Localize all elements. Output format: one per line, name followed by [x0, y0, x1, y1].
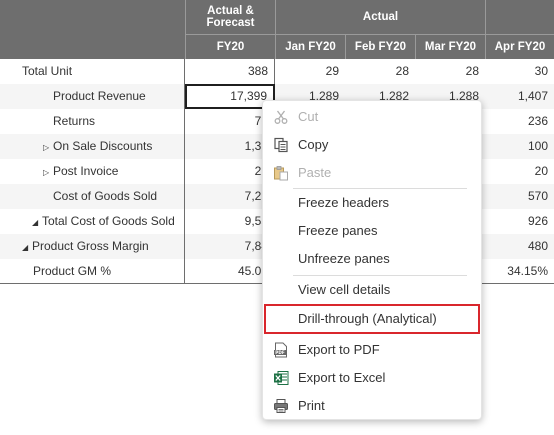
row-label[interactable]: Product Revenue — [0, 84, 185, 109]
row-label[interactable]: Returns — [0, 109, 185, 134]
col-header-mar-fy20[interactable]: Mar FY20 — [415, 34, 485, 59]
scissors-icon — [274, 110, 288, 124]
collapse-triangle-icon[interactable]: ◢ — [32, 210, 42, 234]
header-corner — [0, 0, 185, 59]
value-cell[interactable]: 570 — [485, 184, 554, 209]
header-group-actual[interactable]: Actual — [275, 0, 485, 34]
row-label[interactable]: Total Unit — [0, 59, 185, 84]
pdf-icon: PDF — [274, 342, 287, 358]
drill-through-highlight-box — [264, 304, 480, 334]
value-cell[interactable]: 100 — [485, 134, 554, 159]
paste-icon — [274, 166, 288, 181]
menu-item-export-excel[interactable]: Export to Excel — [263, 364, 481, 392]
excel-icon — [274, 371, 289, 385]
collapse-triangle-icon[interactable]: ◢ — [22, 235, 32, 259]
context-menu: Cut Copy Paste Freeze headers Freeze pan… — [262, 100, 482, 420]
value-cell[interactable]: 1,407 — [485, 84, 554, 109]
row-label[interactable]: ▷ On Sale Discounts — [0, 134, 185, 159]
col-header-feb-fy20[interactable]: Feb FY20 — [345, 34, 415, 59]
row-label[interactable]: ◢ Total Cost of Goods Sold — [0, 209, 185, 234]
menu-item-export-pdf[interactable]: PDF Export to PDF — [263, 336, 481, 364]
menu-item-unfreeze-panes[interactable]: Unfreeze panes — [263, 245, 481, 273]
row-label[interactable]: ◢ Product Gross Margin — [0, 234, 185, 259]
value-cell[interactable]: 30 — [485, 59, 554, 84]
value-cell[interactable]: 388 — [185, 59, 275, 84]
col-header-jan-fy20[interactable]: Jan FY20 — [275, 34, 345, 59]
value-cell[interactable]: 20 — [485, 159, 554, 184]
menu-item-paste[interactable]: Paste — [263, 159, 481, 187]
row-label[interactable]: Product GM % — [0, 259, 185, 284]
value-cell[interactable]: 34.15% — [485, 259, 554, 284]
menu-item-view-cell-details[interactable]: View cell details — [263, 276, 481, 304]
menu-item-freeze-panes[interactable]: Freeze panes — [263, 217, 481, 245]
col-header-fy20[interactable]: FY20 — [185, 34, 275, 59]
header-group-actual-forecast[interactable]: Actual & Forecast — [185, 0, 275, 34]
header-group-next — [485, 0, 554, 34]
menu-item-print[interactable]: Print — [263, 392, 481, 420]
copy-icon — [274, 137, 288, 153]
value-cell[interactable]: 28 — [345, 59, 415, 84]
value-cell[interactable]: 480 — [485, 234, 554, 259]
table-row: Total Unit 388 29 28 28 30 — [0, 59, 554, 84]
expand-triangle-icon[interactable]: ▷ — [43, 160, 53, 184]
value-cell[interactable]: 29 — [275, 59, 345, 84]
value-cell[interactable]: 28 — [415, 59, 485, 84]
menu-item-cut[interactable]: Cut — [263, 103, 481, 131]
expand-triangle-icon[interactable]: ▷ — [43, 135, 53, 159]
value-cell[interactable]: 236 — [485, 109, 554, 134]
value-cell[interactable]: 926 — [485, 209, 554, 234]
menu-item-copy[interactable]: Copy — [263, 131, 481, 159]
row-label[interactable]: ▷ Post Invoice — [0, 159, 185, 184]
col-header-apr-fy20[interactable]: Apr FY20 — [485, 34, 554, 59]
svg-text:PDF: PDF — [275, 350, 285, 355]
row-label[interactable]: Cost of Goods Sold — [0, 184, 185, 209]
printer-icon — [274, 399, 288, 413]
menu-item-freeze-headers[interactable]: Freeze headers — [263, 189, 481, 217]
